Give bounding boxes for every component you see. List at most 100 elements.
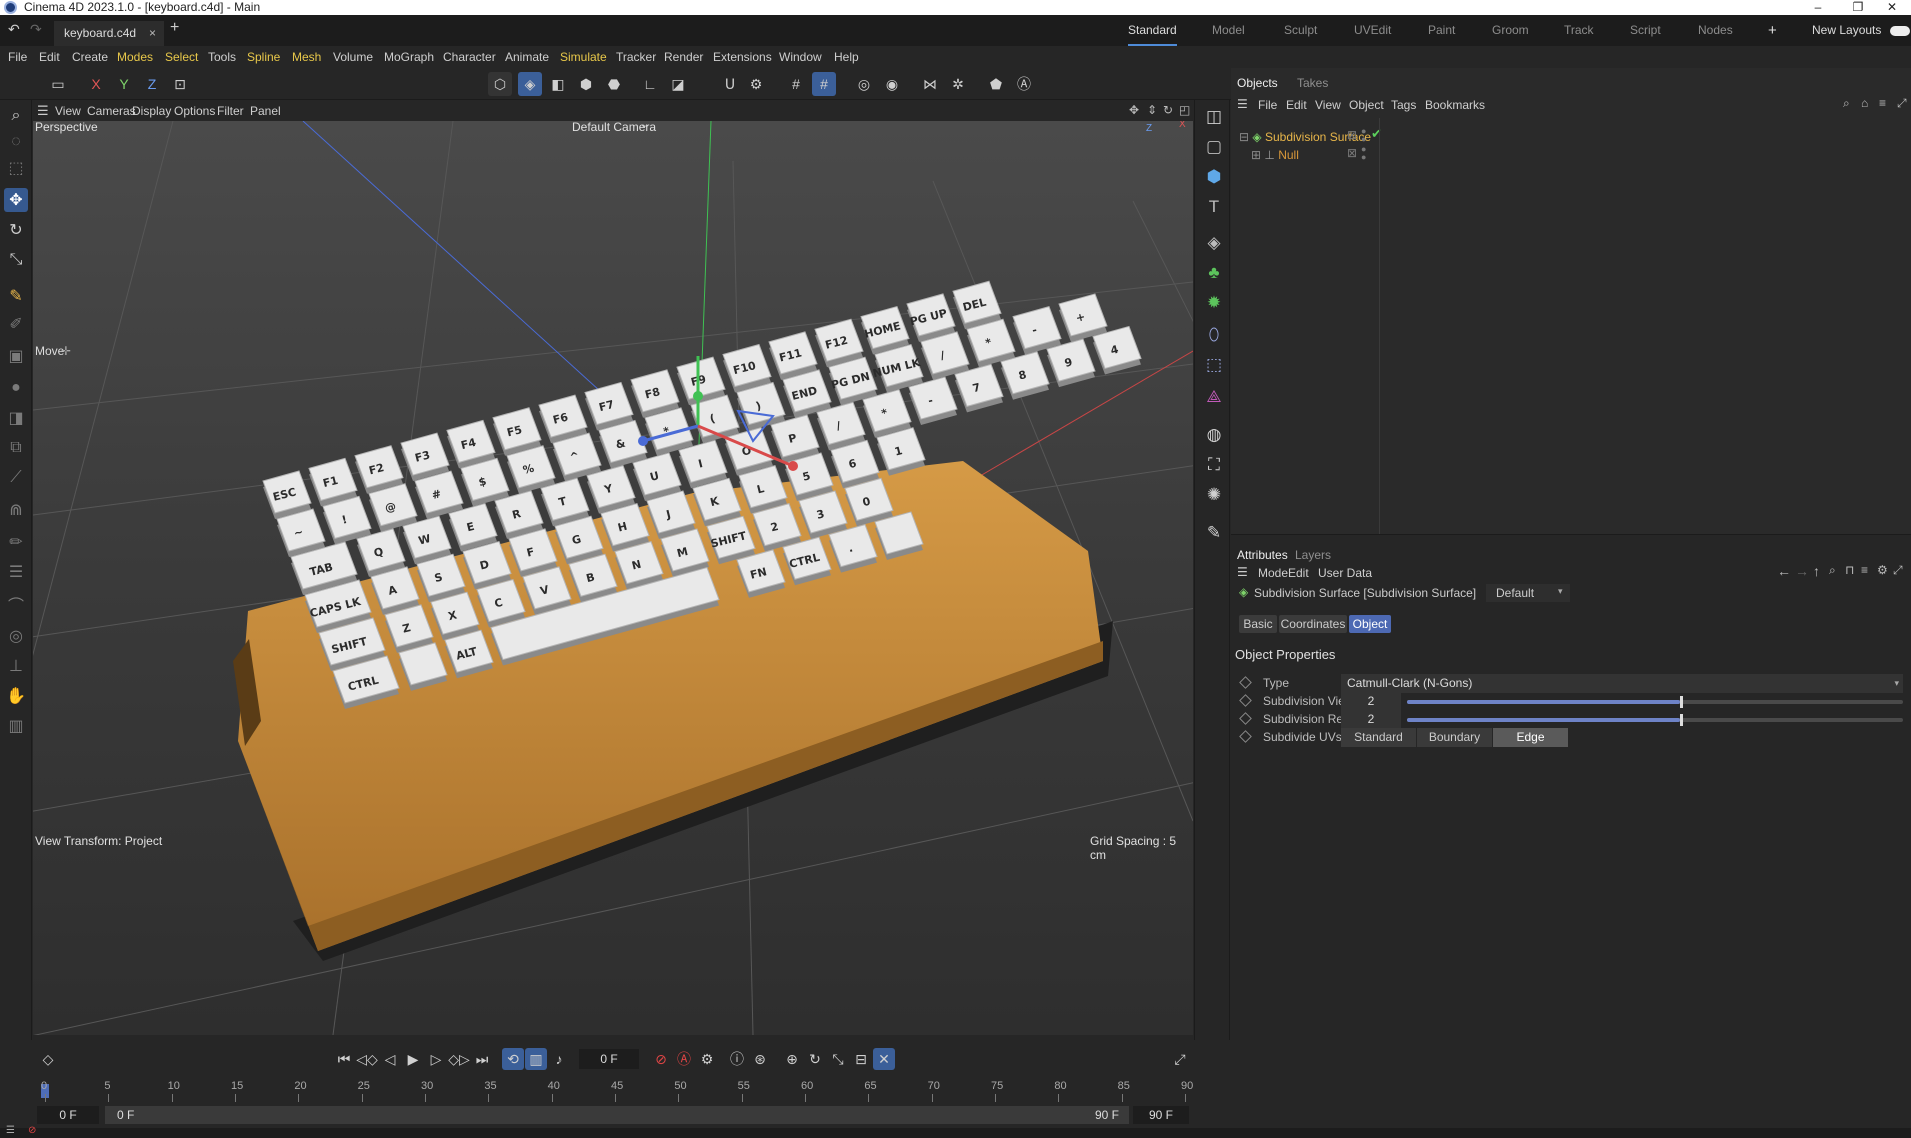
rotate-view-icon[interactable]: ↻	[1163, 103, 1173, 117]
maximize-view-icon[interactable]: ◰	[1179, 103, 1190, 117]
z-axis-lock[interactable]: Z	[140, 72, 164, 96]
renderer-slider[interactable]	[1407, 714, 1903, 726]
viewport-menu-display[interactable]: Display	[132, 104, 171, 118]
panel-icon[interactable]: ▥	[4, 714, 28, 738]
hand-icon[interactable]: ✋	[4, 684, 28, 708]
renderer-value-field[interactable]: 2	[1341, 710, 1401, 729]
editor-visibility-icon[interactable]: ⊠	[1347, 128, 1357, 142]
keyframe-diamond-icon[interactable]	[1239, 712, 1252, 725]
layout-tab-standard[interactable]: Standard	[1128, 15, 1177, 46]
enabled-check-icon[interactable]: ✔	[1371, 126, 1382, 142]
objects-filter-icon[interactable]: ≡	[1879, 96, 1886, 110]
up-arrow-icon[interactable]: ↑	[1813, 563, 1820, 579]
zoom-view-icon[interactable]: ⇕	[1147, 103, 1157, 117]
layout-tab-script[interactable]: Script	[1630, 15, 1661, 46]
menu-file[interactable]: File	[8, 50, 27, 64]
y-axis-lock[interactable]: Y	[112, 72, 136, 96]
key-scale-icon[interactable]: ⤡	[827, 1048, 849, 1070]
selection-tool-icon[interactable]: ◌	[4, 130, 28, 154]
environment-icon[interactable]: ◍	[1201, 422, 1227, 448]
null-render-dots[interactable]: ● ●	[1361, 145, 1366, 162]
lock-icon[interactable]: ⊓	[1845, 563, 1854, 577]
objects-menu-edit[interactable]: Edit	[1286, 98, 1307, 112]
render-visibility-dots[interactable]: ● ●	[1361, 127, 1366, 144]
menu-mesh[interactable]: Mesh	[292, 50, 321, 64]
effector-icon[interactable]: ✹	[1201, 290, 1227, 316]
paint-icon[interactable]: ✏	[4, 530, 28, 554]
point-mode-icon[interactable]: ◧	[546, 72, 570, 96]
tab-takes[interactable]: Takes	[1297, 76, 1328, 90]
tab-objects[interactable]: Objects	[1237, 76, 1278, 90]
keyframe-mode-icon[interactable]: ◇	[37, 1048, 59, 1070]
subdivision-generator-icon[interactable]: ◈	[1201, 230, 1227, 256]
coordinate-system-icon[interactable]: ⊡	[168, 72, 192, 96]
menu-simulate[interactable]: Simulate	[560, 50, 607, 64]
key-param-icon[interactable]: ⊟	[850, 1048, 872, 1070]
layout-tab-sculpt[interactable]: Sculpt	[1284, 15, 1317, 46]
dynamics-icon[interactable]: ✲	[946, 72, 970, 96]
attributes-hamburger-icon[interactable]: ☰	[1237, 565, 1248, 579]
prev-key-icon[interactable]: ◁◇	[356, 1048, 378, 1070]
uvs-option-boundary[interactable]: Boundary	[1417, 728, 1492, 747]
null-visibility-icon[interactable]: ⊠	[1347, 146, 1357, 160]
menu-create[interactable]: Create	[72, 50, 108, 64]
layout-tab-model[interactable]: Model	[1212, 15, 1245, 46]
play-icon[interactable]: ▶	[402, 1048, 424, 1070]
forward-arrow-icon[interactable]: →	[1795, 563, 1809, 579]
menu-tracker[interactable]: Tracker	[616, 50, 656, 64]
type-dropdown[interactable]: Catmull-Clark (N-Gons) ▾	[1341, 674, 1903, 693]
graph-view-icon[interactable]: ⤢	[1169, 1048, 1191, 1070]
status-menu-icon[interactable]: ☰	[6, 1125, 15, 1136]
viewport-menu-cameras[interactable]: Cameras	[87, 104, 136, 118]
brush-icon[interactable]: ✎	[4, 284, 28, 308]
key-info-icon[interactable]: ⓘ	[726, 1048, 748, 1070]
key-pla-icon[interactable]: ✕	[873, 1048, 895, 1070]
keyframe-diamond-icon[interactable]	[1239, 676, 1252, 689]
redo-icon[interactable]: ↷	[30, 21, 42, 38]
attr-menu-mode[interactable]: Mode	[1258, 566, 1288, 580]
start-frame-field[interactable]: 0 F	[37, 1106, 99, 1124]
texture-mode-icon[interactable]: ◈	[518, 72, 542, 96]
next-key-icon[interactable]: ◇▷	[448, 1048, 470, 1070]
menu-render[interactable]: Render	[664, 50, 703, 64]
preset-dropdown[interactable]: Default ▾	[1486, 584, 1570, 602]
menu-animate[interactable]: Animate	[505, 50, 549, 64]
undo-icon[interactable]: ↶	[8, 21, 20, 38]
axis-icon[interactable]: ⊥	[4, 654, 28, 678]
object-row-null[interactable]: ⊞ ⊥ Null	[1251, 146, 1299, 164]
search-icon[interactable]: ⌕	[4, 104, 28, 128]
model-mode-icon[interactable]: ⬡	[488, 72, 512, 96]
objects-hamburger-icon[interactable]: ☰	[1237, 97, 1248, 111]
close-tab-icon[interactable]: ×	[149, 21, 156, 46]
pen-icon[interactable]: ✐	[4, 312, 28, 336]
objects-menu-object[interactable]: Object	[1349, 98, 1384, 112]
text-spline-icon[interactable]: T	[1201, 194, 1227, 220]
knife-icon[interactable]: ⟋	[4, 466, 28, 490]
polygon-mode-icon[interactable]: ⬣	[602, 72, 626, 96]
x-axis-lock[interactable]: X	[84, 72, 108, 96]
attr-filter-icon[interactable]: ≡	[1861, 563, 1868, 577]
prev-frame-icon[interactable]: ◁	[379, 1048, 401, 1070]
attr-expand-icon[interactable]: ⤢	[1893, 563, 1903, 578]
layout-tab-groom[interactable]: Groom	[1492, 15, 1529, 46]
key-position-icon[interactable]: ⊕	[781, 1048, 803, 1070]
rotate-tool-icon[interactable]: ↻	[4, 218, 28, 242]
renderer-slider-knob[interactable]	[1679, 714, 1683, 726]
cube-icon[interactable]: ▣	[4, 344, 28, 368]
menu-modes[interactable]: Modes	[117, 50, 153, 64]
snap-settings-icon[interactable]: ⚙	[744, 72, 768, 96]
tab-layers[interactable]: Layers	[1295, 548, 1331, 562]
move-tool-icon[interactable]: ✥	[4, 188, 28, 212]
primitive-cube-icon[interactable]: ⬢	[1201, 164, 1227, 190]
bend-icon[interactable]: ⌒	[4, 592, 28, 616]
subtab-basic[interactable]: Basic	[1239, 615, 1277, 633]
deformer-icon[interactable]: ⬯	[1201, 322, 1227, 348]
light-object-icon[interactable]: ✺	[1201, 482, 1227, 508]
objects-menu-tags[interactable]: Tags	[1391, 98, 1416, 112]
viewport-slider-knob[interactable]	[1679, 696, 1683, 708]
attr-settings-icon[interactable]: ⚙	[1877, 563, 1888, 577]
menu-character[interactable]: Character	[443, 50, 496, 64]
cloner-icon[interactable]: ♣	[1201, 260, 1227, 286]
objects-menu-bookmarks[interactable]: Bookmarks	[1425, 98, 1485, 112]
menu-spline[interactable]: Spline	[247, 50, 280, 64]
